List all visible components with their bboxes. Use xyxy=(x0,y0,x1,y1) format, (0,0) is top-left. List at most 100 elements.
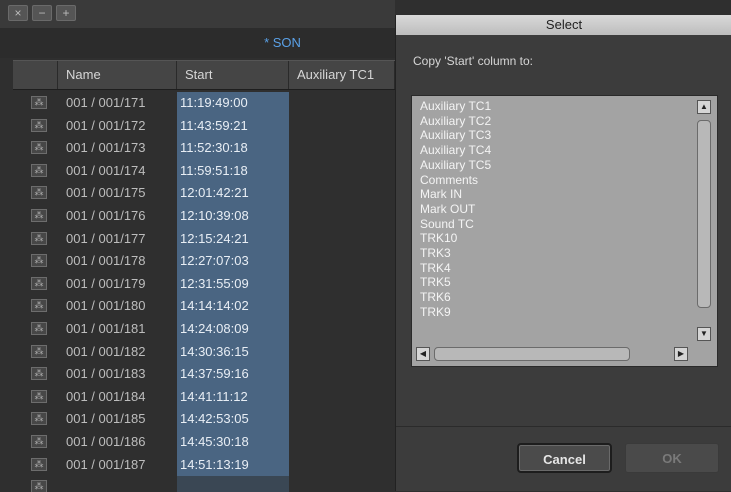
table-row[interactable]: ⁂ 001 / 001/186 14:45:30:18 xyxy=(13,430,395,454)
ok-button[interactable]: OK xyxy=(625,443,719,473)
table-row[interactable]: ⁂ 001 / 001/172 11:43:59:21 xyxy=(13,114,395,138)
clip-start[interactable]: 11:59:51:18 xyxy=(177,159,289,183)
clip-start[interactable]: 14:37:59:16 xyxy=(177,363,289,386)
clip-name: 001 / 001/182 xyxy=(66,343,146,359)
table-row[interactable]: ⁂ 001 / 001/176 12:10:39:08 xyxy=(13,204,395,228)
clip-name: 001 / 001/181 xyxy=(66,320,146,336)
list-item[interactable]: Auxiliary TC4 xyxy=(420,143,491,158)
clip-start[interactable]: 11:52:30:18 xyxy=(177,137,289,160)
list-item[interactable]: Sound TC xyxy=(420,217,491,232)
audio-clip-icon[interactable]: ⁂ xyxy=(31,96,47,109)
clip-start[interactable]: 14:51:13:19 xyxy=(177,453,289,477)
table-row[interactable]: ⁂ 001 / 001/179 12:31:55:09 xyxy=(13,272,395,296)
list-item[interactable]: Auxiliary TC2 xyxy=(420,114,491,129)
table-row[interactable]: ⁂ 001 / 001/171 11:19:49:00 xyxy=(13,92,395,115)
audio-clip-icon[interactable]: ⁂ xyxy=(31,276,47,290)
audio-clip-icon[interactable]: ⁂ xyxy=(31,299,47,313)
horizontal-scrollbar[interactable]: ◀ ▶ xyxy=(416,346,688,362)
table-row[interactable]: ⁂ 001 / 001/183 14:37:59:16 xyxy=(13,363,395,386)
clip-start[interactable]: 14:42:53:05 xyxy=(177,408,289,431)
table-row[interactable]: ⁂ 001 / 001/180 14:14:14:02 xyxy=(13,295,395,318)
table-row[interactable]: ⁂ 001 / 001/174 11:59:51:18 xyxy=(13,159,395,183)
audio-clip-icon[interactable]: ⁂ xyxy=(31,434,47,448)
audio-clip-icon[interactable]: ⁂ xyxy=(31,141,47,155)
minimize-icon[interactable]: − xyxy=(32,5,52,21)
scroll-up-arrow-icon[interactable]: ▲ xyxy=(697,100,711,114)
clip-start[interactable]: 12:15:24:21 xyxy=(177,227,289,251)
column-header-start[interactable]: Start xyxy=(177,61,289,89)
dialog-prompt: Copy 'Start' column to: xyxy=(413,54,533,68)
header-icon-column[interactable] xyxy=(13,61,58,89)
clip-name: 001 / 001/177 xyxy=(66,230,146,246)
clip-start[interactable]: 12:01:42:21 xyxy=(177,182,289,205)
list-item[interactable]: TRK5 xyxy=(420,275,491,290)
table-row[interactable]: ⁂ 001 / 001/173 11:52:30:18 xyxy=(13,137,395,160)
audio-clip-icon[interactable]: ⁂ xyxy=(31,186,47,200)
list-item[interactable]: Mark OUT xyxy=(420,202,491,217)
bin-title: * SON xyxy=(264,35,301,50)
list-item[interactable]: TRK10 xyxy=(420,231,491,246)
table-row[interactable]: ⁂ 001 / 001/175 12:01:42:21 xyxy=(13,182,395,205)
scroll-down-arrow-icon[interactable]: ▼ xyxy=(697,327,711,341)
table-row[interactable]: ⁂ 001 / 001/177 12:15:24:21 xyxy=(13,227,395,251)
list-item[interactable]: TRK4 xyxy=(420,261,491,276)
clip-name: 001 / 001/179 xyxy=(66,275,146,291)
column-header-auxiliary-tc1[interactable]: Auxiliary TC1 xyxy=(289,61,395,89)
list-item[interactable]: TRK3 xyxy=(420,246,491,261)
audio-clip-icon[interactable]: ⁂ xyxy=(31,118,47,132)
audio-clip-icon[interactable]: ⁂ xyxy=(31,412,47,426)
clip-start[interactable]: 11:43:59:21 xyxy=(177,114,289,138)
clip-start[interactable]: 12:31:55:09 xyxy=(177,272,289,296)
maximize-icon[interactable]: + xyxy=(56,5,76,21)
audio-clip-icon[interactable]: ⁂ xyxy=(31,231,47,245)
audio-clip-icon[interactable]: ⁂ xyxy=(31,254,47,268)
close-icon[interactable]: × xyxy=(8,5,28,21)
clip-start[interactable]: 12:10:39:08 xyxy=(177,204,289,228)
vertical-scroll-thumb[interactable] xyxy=(697,120,711,308)
clip-start[interactable]: 14:41:11:12 xyxy=(177,385,289,409)
dialog-divider xyxy=(396,426,731,427)
clip-name: 001 / 001/187 xyxy=(66,456,146,472)
list-item[interactable]: Auxiliary TC1 xyxy=(420,99,491,114)
table-row[interactable]: ⁂ 001 / 001/178 12:27:07:03 xyxy=(13,250,395,273)
clip-start[interactable]: 11:19:49:00 xyxy=(177,92,289,115)
audio-clip-icon: ⁂ xyxy=(31,480,47,492)
table-row[interactable]: ⁂ 001 / 001/182 14:30:36:15 xyxy=(13,340,395,364)
audio-clip-icon[interactable]: ⁂ xyxy=(31,208,47,222)
audio-clip-icon[interactable]: ⁂ xyxy=(31,344,47,358)
audio-clip-icon[interactable]: ⁂ xyxy=(31,321,47,335)
clip-name: 001 / 001/172 xyxy=(66,117,146,133)
column-header-name[interactable]: Name xyxy=(58,61,177,89)
audio-clip-icon[interactable]: ⁂ xyxy=(31,389,47,403)
horizontal-scroll-thumb[interactable] xyxy=(434,347,630,361)
list-item[interactable]: Auxiliary TC3 xyxy=(420,128,491,143)
clip-start[interactable]: 14:24:08:09 xyxy=(177,317,289,341)
select-dialog: Select Copy 'Start' column to: Auxiliary… xyxy=(395,15,731,491)
column-options-list[interactable]: Auxiliary TC1 Auxiliary TC2 Auxiliary TC3 A… xyxy=(411,95,718,367)
clip-start[interactable]: 14:14:14:02 xyxy=(177,295,289,318)
clip-start[interactable]: 14:30:36:15 xyxy=(177,340,289,364)
clip-name: 001 / 001/175 xyxy=(66,185,146,201)
cancel-button[interactable]: Cancel xyxy=(517,443,612,473)
list-item[interactable]: TRK9 xyxy=(420,305,491,320)
audio-clip-icon[interactable]: ⁂ xyxy=(31,163,47,177)
scroll-left-arrow-icon[interactable]: ◀ xyxy=(416,347,430,361)
audio-clip-icon[interactable]: ⁂ xyxy=(31,367,47,381)
table-row[interactable]: ⁂ 001 / 001/184 14:41:11:12 xyxy=(13,385,395,409)
list-item[interactable]: Comments xyxy=(420,173,491,188)
clip-name: 001 / 001/176 xyxy=(66,207,146,223)
clip-start[interactable]: 12:27:07:03 xyxy=(177,250,289,273)
list-item[interactable]: TRK6 xyxy=(420,290,491,305)
dialog-title: Select xyxy=(396,15,731,35)
scroll-right-arrow-icon[interactable]: ▶ xyxy=(674,347,688,361)
table-row[interactable]: ⁂ 001 / 001/187 14:51:13:19 xyxy=(13,453,395,477)
list-item[interactable]: Auxiliary TC5 xyxy=(420,158,491,173)
table-row[interactable]: ⁂ 001 / 001/181 14:24:08:09 xyxy=(13,317,395,341)
table-row-partial: ⁂ xyxy=(13,476,395,492)
table-row[interactable]: ⁂ 001 / 001/185 14:42:53:05 xyxy=(13,408,395,431)
audio-clip-icon[interactable]: ⁂ xyxy=(31,457,47,471)
options-container: Auxiliary TC1 Auxiliary TC2 Auxiliary TC3 A… xyxy=(420,99,491,320)
clip-start[interactable]: 14:45:30:18 xyxy=(177,430,289,454)
vertical-scrollbar[interactable]: ▲ ▼ xyxy=(695,98,713,343)
list-item[interactable]: Mark IN xyxy=(420,187,491,202)
